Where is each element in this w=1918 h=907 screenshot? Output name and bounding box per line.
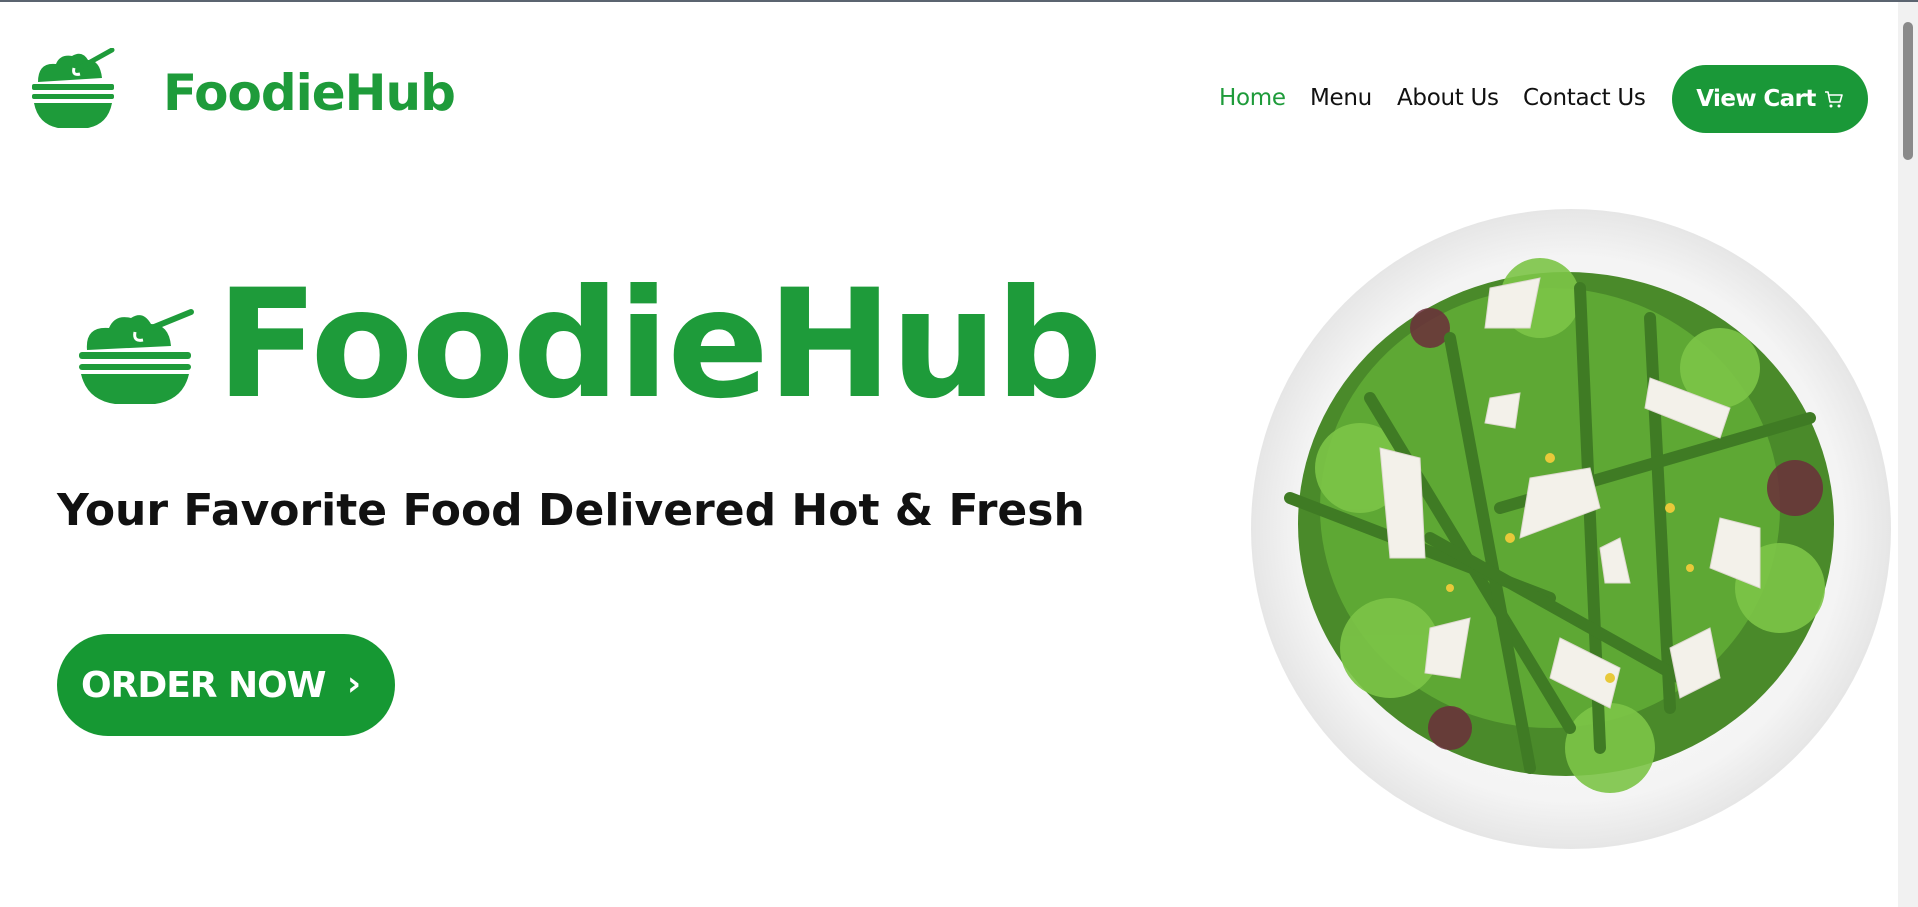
hero-title: FoodieHub (216, 258, 1103, 432)
brand-name[interactable]: FoodieHub (163, 68, 456, 118)
site-header: FoodieHub Home Menu About Us Contact Us … (0, 0, 1898, 160)
vertical-scrollbar[interactable] (1898, 2, 1918, 907)
nav-menu[interactable]: Menu (1310, 86, 1372, 110)
salad-plate-image (1251, 209, 1891, 849)
view-cart-button[interactable]: View Cart (1672, 65, 1868, 133)
scrollbar-thumb[interactable] (1903, 22, 1913, 160)
nav-home[interactable]: Home (1219, 86, 1286, 110)
food-bowl-logo-icon[interactable] (30, 48, 116, 132)
chevron-right-icon: › (347, 664, 361, 704)
hero-subtitle: Your Favorite Food Delivered Hot & Fresh (57, 485, 1085, 536)
order-now-label: ORDER NOW (81, 665, 326, 706)
food-bowl-hero-icon (79, 309, 194, 404)
nav-about-us[interactable]: About Us (1397, 86, 1499, 110)
cart-icon (1824, 91, 1843, 108)
nav-contact-us[interactable]: Contact Us (1523, 86, 1646, 110)
order-now-button[interactable]: ORDER NOW › (57, 634, 395, 736)
view-cart-label: View Cart (1696, 86, 1816, 112)
